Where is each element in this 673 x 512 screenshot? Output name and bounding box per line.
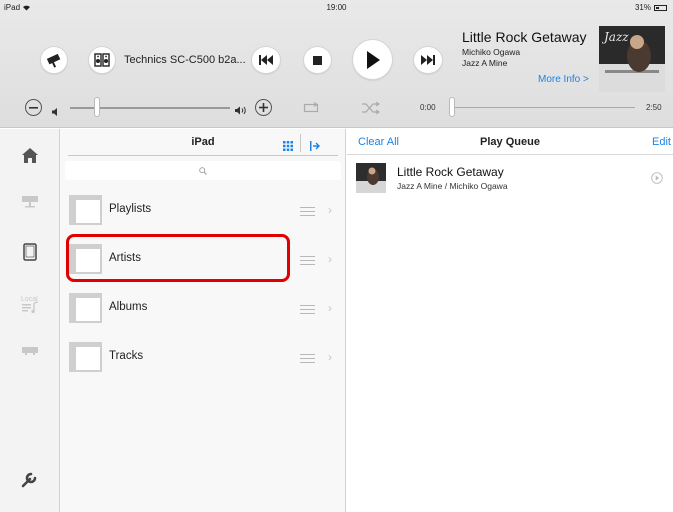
seek-slider-thumb[interactable] [449, 97, 455, 117]
chevron-right-icon: › [328, 301, 332, 315]
more-info-link[interactable]: More Info > [538, 74, 589, 85]
header-separator [300, 134, 301, 152]
volume-down-button[interactable] [25, 99, 42, 116]
queue-item-title: Little Rock Getaway [397, 165, 504, 179]
repeat-icon[interactable] [303, 101, 319, 119]
queue-title: Play Queue [480, 136, 540, 148]
previous-button[interactable] [251, 46, 281, 74]
remote-icon [46, 53, 61, 68]
next-button[interactable] [413, 46, 443, 74]
folder-icon [69, 342, 102, 372]
chevron-right-icon: › [328, 203, 332, 217]
list-item-albums[interactable]: Albums › [60, 284, 346, 333]
speaker-icon [94, 53, 110, 67]
now-playing-artist: Michiko Ogawa [462, 47, 521, 57]
minus-icon [29, 106, 38, 109]
sidebar-item-network-player[interactable] [16, 188, 44, 216]
queue-header: Clear All Play Queue Edit [347, 129, 673, 155]
reorder-handle-icon[interactable] [300, 207, 315, 219]
search-input[interactable] [65, 161, 341, 180]
home-icon [22, 147, 38, 163]
sidebar-item-device[interactable] [16, 337, 44, 365]
local-music-icon: Local [21, 296, 38, 314]
now-playing-album: Jazz A Mine [462, 58, 508, 68]
wrench-icon [21, 472, 37, 488]
reorder-handle-icon[interactable] [300, 354, 315, 366]
remote-button[interactable] [40, 46, 68, 74]
play-icon [367, 50, 380, 69]
device-icon [22, 347, 38, 355]
queue-item-art [356, 163, 386, 193]
network-player-icon [22, 196, 38, 208]
search-icon [199, 166, 207, 175]
edit-button[interactable]: Edit [652, 136, 671, 148]
volume-high-icon [235, 102, 248, 120]
now-playing-title: Little Rock Getaway [462, 29, 587, 45]
album-art[interactable]: Jazz [599, 26, 665, 92]
duration-time: 2:50 [646, 103, 662, 112]
folder-icon [69, 293, 102, 323]
player-bar: iPad 19:00 31% Technics SC-C500 b2a... L… [0, 0, 673, 128]
list-item-label: Albums [109, 301, 148, 313]
sidebar-item-settings[interactable] [16, 465, 44, 493]
sidebar-item-home[interactable] [16, 141, 44, 169]
battery-icon [654, 4, 667, 11]
volume-low-icon [52, 103, 59, 121]
stop-button[interactable] [303, 46, 332, 74]
ipad-icon [23, 243, 37, 261]
browser-divider [68, 155, 338, 156]
list-item-artists[interactable]: Artists › [60, 235, 346, 284]
speaker-select-button[interactable] [88, 46, 116, 74]
folder-icon [69, 244, 102, 274]
grid-view-icon[interactable] [283, 138, 293, 156]
volume-up-button[interactable] [255, 99, 272, 116]
reorder-handle-icon[interactable] [300, 256, 315, 268]
plus-icon [259, 103, 268, 112]
seek-slider-track[interactable] [455, 107, 635, 108]
speaker-name[interactable]: Technics SC-C500 b2a... [124, 54, 246, 66]
previous-icon [259, 55, 273, 65]
play-circle-icon[interactable] [651, 171, 663, 189]
folder-icon [69, 195, 102, 225]
list-item-label: Artists [109, 252, 141, 264]
sidebar-item-local[interactable]: Local [16, 289, 44, 317]
next-icon [421, 55, 435, 65]
sidebar: Local [0, 129, 60, 512]
queue-item[interactable]: Little Rock Getaway Jazz A Mine / Michik… [347, 159, 673, 197]
stop-icon [313, 55, 322, 65]
queue-item-subtitle: Jazz A Mine / Michiko Ogawa [397, 181, 508, 191]
browser-title: iPad [191, 136, 215, 148]
library-browser: iPad Playlists › Artists › Albums › Trac… [60, 129, 346, 512]
sidebar-item-ipad[interactable] [16, 238, 44, 266]
elapsed-time: 0:00 [420, 103, 436, 112]
album-art-text: Jazz [601, 30, 629, 44]
battery-percent: 31% [634, 3, 651, 12]
list-item-label: Playlists [109, 203, 152, 215]
chevron-right-icon: › [328, 252, 332, 266]
collapse-panel-icon[interactable] [310, 138, 320, 156]
play-button[interactable] [352, 39, 393, 80]
reorder-handle-icon[interactable] [300, 305, 315, 317]
list-item-playlists[interactable]: Playlists › [60, 186, 346, 235]
shuffle-icon[interactable] [362, 101, 381, 119]
chevron-right-icon: › [328, 350, 332, 364]
status-battery: 31% [635, 3, 667, 12]
volume-slider-thumb[interactable] [94, 97, 101, 117]
status-time: 19:00 [326, 3, 347, 12]
list-item-label: Tracks [109, 350, 144, 362]
list-item-tracks[interactable]: Tracks › [60, 333, 346, 382]
play-queue-panel: Clear All Play Queue Edit Little Rock Ge… [347, 129, 673, 512]
